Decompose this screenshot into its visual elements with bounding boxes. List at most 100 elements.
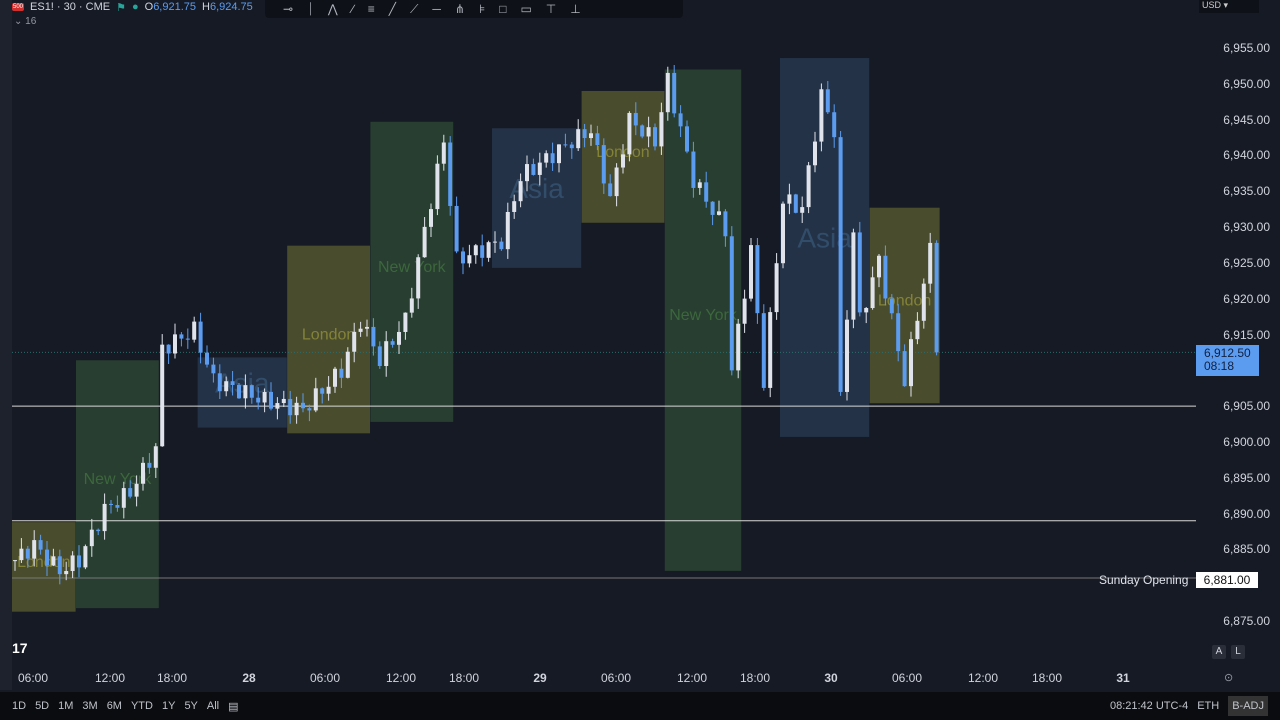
candle-body	[19, 548, 24, 561]
candle-body	[83, 546, 88, 568]
candle-body	[448, 142, 453, 206]
high-value: 6,924.75	[209, 1, 253, 13]
price-tick: 6,955.00	[1223, 41, 1270, 55]
candle-body	[96, 529, 101, 532]
candle-body	[627, 112, 632, 155]
session-label: London	[302, 327, 355, 344]
candle-body	[32, 540, 37, 559]
ray-icon[interactable]: ⟋	[410, 2, 418, 17]
bar-countdown: 08:18	[1204, 359, 1235, 373]
candle-body	[70, 555, 75, 572]
callout-icon[interactable]: ▭	[520, 2, 531, 16]
brush-icon[interactable]: ∕	[352, 2, 354, 16]
candle-body	[601, 145, 606, 184]
candle-body	[621, 154, 625, 168]
candle-body	[416, 257, 421, 299]
candle-body	[915, 320, 920, 340]
indicator-count: 16	[25, 16, 37, 27]
session-label: Asia	[509, 173, 564, 204]
candle-body	[326, 386, 331, 394]
tradingview-logo[interactable]: 17	[12, 640, 28, 656]
flag-icon[interactable]: ⚑	[116, 1, 126, 14]
horizontal-line-icon[interactable]: ─	[432, 2, 441, 16]
candle-body	[192, 321, 197, 340]
pitchfork-icon[interactable]: ⋔	[455, 2, 465, 16]
range-1y[interactable]: 1Y	[162, 700, 175, 712]
open-label: O	[144, 1, 154, 13]
candle-body	[864, 308, 869, 313]
currency-select[interactable]: USD ▾	[1199, 0, 1259, 13]
candle-body	[147, 462, 152, 468]
range-all[interactable]: All	[207, 700, 219, 712]
candle-body	[57, 556, 62, 575]
range-5y[interactable]: 5Y	[184, 700, 197, 712]
horizontal-ray-icon[interactable]: ⊸	[283, 2, 293, 16]
candle-body	[525, 164, 529, 182]
candle-body	[288, 398, 293, 416]
indicators-toggle[interactable]: ⌄ 16	[14, 16, 36, 27]
candle-body	[505, 211, 510, 250]
candle-body	[185, 338, 190, 340]
candle-body	[563, 144, 568, 146]
candle-body	[281, 398, 286, 404]
symbol-label[interactable]: ES1! · 30 · CME	[30, 1, 110, 13]
candle-body	[109, 503, 113, 506]
adjustment-toggle[interactable]: B-ADJ	[1228, 696, 1268, 716]
candle-body	[742, 298, 747, 324]
price-tick: 6,935.00	[1223, 184, 1270, 199]
candle-body	[301, 402, 305, 409]
candle-body	[889, 298, 894, 314]
session-label: New York	[378, 259, 447, 276]
settings-icon[interactable]: ⊙	[1224, 671, 1233, 684]
range-1d[interactable]: 1D	[12, 700, 26, 712]
candle-body	[224, 381, 229, 392]
sunday-opening-price: 6,881.00	[1196, 572, 1258, 588]
price-tick: 6,925.00	[1223, 255, 1270, 270]
range-6m[interactable]: 6M	[107, 700, 122, 712]
parallel-channel-icon[interactable]: ≡	[368, 2, 375, 16]
candle-body	[473, 245, 478, 256]
anchor-icon[interactable]: ⊥	[570, 2, 580, 16]
candle-body	[813, 141, 817, 166]
price-tick: 6,905.00	[1223, 399, 1270, 414]
candle-body	[198, 321, 203, 353]
time-tick: 18:00	[739, 671, 771, 685]
fib-icon[interactable]: ⊧	[479, 2, 485, 16]
candle-body	[486, 242, 491, 258]
candle-body	[211, 364, 216, 374]
candle-body	[89, 529, 94, 547]
candle-body	[537, 162, 542, 175]
session-toggle[interactable]: ETH	[1197, 700, 1219, 712]
candle-body	[441, 142, 446, 164]
session-label: Asia	[797, 222, 852, 253]
candle-body	[678, 113, 683, 127]
range-3m[interactable]: 3M	[82, 700, 97, 712]
trend-line-icon[interactable]: ╱	[389, 2, 396, 16]
auto-scale-button[interactable]: A	[1212, 645, 1226, 659]
symbol-header[interactable]: 500 ES1! · 30 · CME ⚑ ● O6,921.75 H6,924…	[12, 0, 253, 14]
candle-body	[499, 241, 504, 250]
candle-body	[13, 560, 17, 562]
path-icon[interactable]: ⋀	[328, 2, 338, 16]
vertical-line-icon[interactable]: ⏐	[307, 2, 314, 17]
candle-body	[339, 368, 344, 378]
price-chart[interactable]: LondonNew YorkAsiaLondonNew YorkAsiaLond…	[0, 0, 1196, 665]
time-tick: 12:00	[385, 671, 417, 685]
candle-body	[659, 112, 664, 147]
candle-body	[422, 226, 427, 258]
range-ytd[interactable]: YTD	[131, 700, 153, 712]
range-1m[interactable]: 1M	[58, 700, 73, 712]
clock[interactable]: 08:21:42 UTC-4	[1110, 700, 1188, 712]
candle-body	[179, 334, 184, 339]
time-tick: 06:00	[17, 671, 49, 685]
candle-body	[582, 129, 587, 139]
vertical-marker-icon[interactable]: ⊤	[546, 2, 556, 16]
rectangle-icon[interactable]: □	[499, 2, 506, 16]
time-tick: 31	[1116, 671, 1130, 685]
range-5d[interactable]: 5D	[35, 700, 49, 712]
candle-body	[774, 263, 779, 313]
candle-body	[307, 408, 312, 411]
date-range-icon[interactable]: ▤	[228, 700, 238, 713]
candle-body	[832, 112, 837, 138]
log-scale-button[interactable]: L	[1231, 645, 1245, 659]
